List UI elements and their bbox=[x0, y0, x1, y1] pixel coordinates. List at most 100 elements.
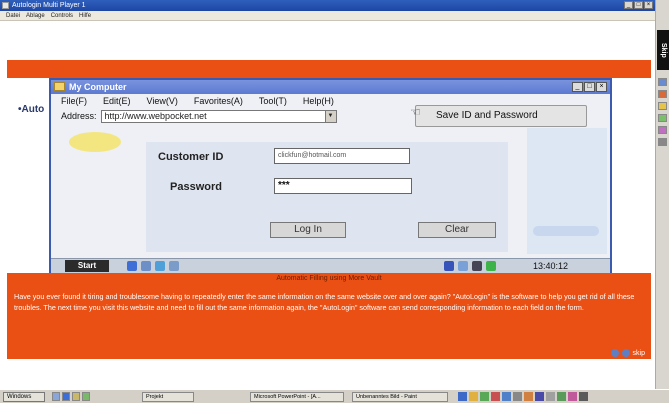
folder-icon[interactable] bbox=[141, 261, 151, 271]
address-bar: Address: http://www.webpocket.net ▼ bbox=[61, 109, 337, 123]
toolbar-icon-2[interactable] bbox=[658, 90, 667, 98]
inner-title-bar: My Computer _ □ × bbox=[51, 80, 610, 94]
os-task-button-paint[interactable]: Unbenanntes Bild - Paint bbox=[352, 392, 448, 402]
password-field[interactable]: *** bbox=[274, 178, 412, 194]
menu-item-ablage[interactable]: Ablage bbox=[26, 11, 45, 20]
os-task-button-powerpoint[interactable]: Microsoft PowerPoint - [A... bbox=[250, 392, 344, 402]
menu-item-edit[interactable]: Edit(E) bbox=[103, 95, 131, 107]
inner-tray bbox=[444, 261, 496, 271]
password-value: *** bbox=[278, 180, 290, 191]
tray-icon-monitor[interactable] bbox=[472, 261, 482, 271]
desktop-icon[interactable] bbox=[169, 261, 179, 271]
os-task-button-projekt[interactable]: Projekt bbox=[142, 392, 194, 402]
folder-icon bbox=[54, 82, 65, 91]
tray-icon-7[interactable] bbox=[524, 392, 533, 401]
tray-icon-8[interactable] bbox=[535, 392, 544, 401]
toolbar-icon-4[interactable] bbox=[658, 114, 667, 122]
os-quick-launch bbox=[52, 392, 90, 401]
tray-icon-11[interactable] bbox=[568, 392, 577, 401]
ie-icon[interactable] bbox=[127, 261, 137, 271]
app-icon bbox=[2, 2, 9, 9]
tray-icon-2[interactable] bbox=[469, 392, 478, 401]
customer-id-label: Customer ID bbox=[158, 151, 224, 163]
login-button[interactable]: Log In bbox=[270, 222, 346, 238]
skip-label[interactable]: skip bbox=[633, 350, 645, 357]
save-id-password-label: Save ID and Password bbox=[436, 110, 538, 121]
next-icon[interactable] bbox=[621, 349, 630, 357]
screen: Autologin Multi Player 1 _ □ × Datei Abl… bbox=[0, 0, 669, 403]
os-taskbar: Windows Projekt Microsoft PowerPoint - [… bbox=[0, 389, 669, 403]
login-form: Customer ID clickfun@hotmail.com Passwor… bbox=[146, 142, 508, 252]
tray-icon-network[interactable] bbox=[444, 261, 454, 271]
menu-item-datei[interactable]: Datei bbox=[6, 11, 20, 20]
minimize-icon[interactable]: _ bbox=[624, 1, 633, 9]
save-id-password-button[interactable]: ☜ Save ID and Password bbox=[410, 105, 587, 127]
tray-icon-10[interactable] bbox=[557, 392, 566, 401]
os-start-button[interactable]: Windows bbox=[3, 392, 45, 402]
maximize-icon[interactable]: □ bbox=[634, 1, 643, 9]
menu-item-favorites[interactable]: Favorites(A) bbox=[194, 95, 243, 107]
toolbar-icon-3[interactable] bbox=[658, 102, 667, 110]
outer-menu-bar: Datei Ablage Controls Hilfe bbox=[0, 11, 655, 21]
tray-icon-5[interactable] bbox=[502, 392, 511, 401]
quick-launch-icon-1[interactable] bbox=[52, 392, 60, 401]
toolbar-icon-6[interactable] bbox=[658, 138, 667, 146]
quick-launch-icon-3[interactable] bbox=[72, 392, 80, 401]
inner-quick-launch bbox=[127, 261, 179, 271]
menu-item-view[interactable]: View(V) bbox=[147, 95, 178, 107]
outer-window-title: Autologin Multi Player 1 bbox=[12, 2, 86, 9]
menu-item-file[interactable]: File(F) bbox=[61, 95, 87, 107]
tray-icon-3[interactable] bbox=[480, 392, 489, 401]
menu-item-tool[interactable]: Tool(T) bbox=[259, 95, 287, 107]
quick-launch-icon-4[interactable] bbox=[82, 392, 90, 401]
globe-icon[interactable] bbox=[155, 261, 165, 271]
tray-icon-6[interactable] bbox=[513, 392, 522, 401]
tray-icon-arrow[interactable] bbox=[486, 261, 496, 271]
inner-maximize-icon[interactable]: □ bbox=[584, 82, 595, 92]
clear-button[interactable]: Clear bbox=[418, 222, 496, 238]
prev-icon[interactable] bbox=[610, 349, 619, 357]
decorative-pill bbox=[533, 226, 599, 236]
inner-clock: 13:40:12 bbox=[533, 261, 569, 271]
address-label: Address: bbox=[61, 111, 97, 121]
tray-icon-9[interactable] bbox=[546, 392, 555, 401]
tray-icon-12[interactable] bbox=[579, 392, 588, 401]
inner-close-icon[interactable]: × bbox=[596, 82, 607, 92]
caption-body: Have you ever found it tiring and troubl… bbox=[14, 292, 635, 312]
password-label: Password bbox=[170, 181, 222, 193]
customer-id-field[interactable]: clickfun@hotmail.com bbox=[274, 148, 410, 164]
my-computer-window: My Computer _ □ × File(F) Edit(E) View(V… bbox=[49, 78, 612, 274]
inner-window-controls: _ □ × bbox=[572, 82, 607, 92]
decorative-blob bbox=[69, 132, 121, 152]
side-skip-tab[interactable]: Skip bbox=[657, 30, 669, 70]
outer-title-bar: Autologin Multi Player 1 _ □ × bbox=[0, 0, 655, 11]
chevron-down-icon[interactable]: ▼ bbox=[324, 110, 336, 122]
inner-minimize-icon[interactable]: _ bbox=[572, 82, 583, 92]
menu-item-help[interactable]: Help(H) bbox=[303, 95, 334, 107]
right-pane bbox=[527, 128, 607, 254]
inner-start-button[interactable]: Start bbox=[65, 260, 109, 272]
skip-control[interactable]: skip bbox=[610, 349, 645, 357]
tray-icon-1[interactable] bbox=[458, 392, 467, 401]
orange-header-band bbox=[7, 60, 651, 78]
address-value: http://www.webpocket.net bbox=[104, 110, 207, 121]
os-tray bbox=[458, 392, 588, 401]
address-input[interactable]: http://www.webpocket.net ▼ bbox=[100, 109, 337, 123]
caption-band: Automatic Filling using More Vault Have … bbox=[7, 273, 651, 359]
outer-window-controls: _ □ × bbox=[624, 1, 653, 9]
toolbar-icon-5[interactable] bbox=[658, 126, 667, 134]
quick-launch-icon-2[interactable] bbox=[62, 392, 70, 401]
menu-item-controls[interactable]: Controls bbox=[51, 11, 73, 20]
caption-heading: Automatic Filling using More Vault bbox=[276, 275, 382, 282]
tray-icon-volume[interactable] bbox=[458, 261, 468, 271]
inner-taskbar: Start 13:40:12 bbox=[51, 258, 610, 273]
auto-label: •Auto bbox=[18, 104, 45, 115]
customer-id-value: clickfun@hotmail.com bbox=[278, 152, 347, 159]
close-icon[interactable]: × bbox=[644, 1, 653, 9]
cursor-pointer-icon: ☜ bbox=[410, 105, 421, 119]
menu-item-hilfe[interactable]: Hilfe bbox=[79, 11, 91, 20]
tray-icon-4[interactable] bbox=[491, 392, 500, 401]
toolbar-icon-1[interactable] bbox=[658, 78, 667, 86]
inner-window-title: My Computer bbox=[69, 82, 127, 92]
right-toolbar: Skip bbox=[655, 0, 669, 403]
